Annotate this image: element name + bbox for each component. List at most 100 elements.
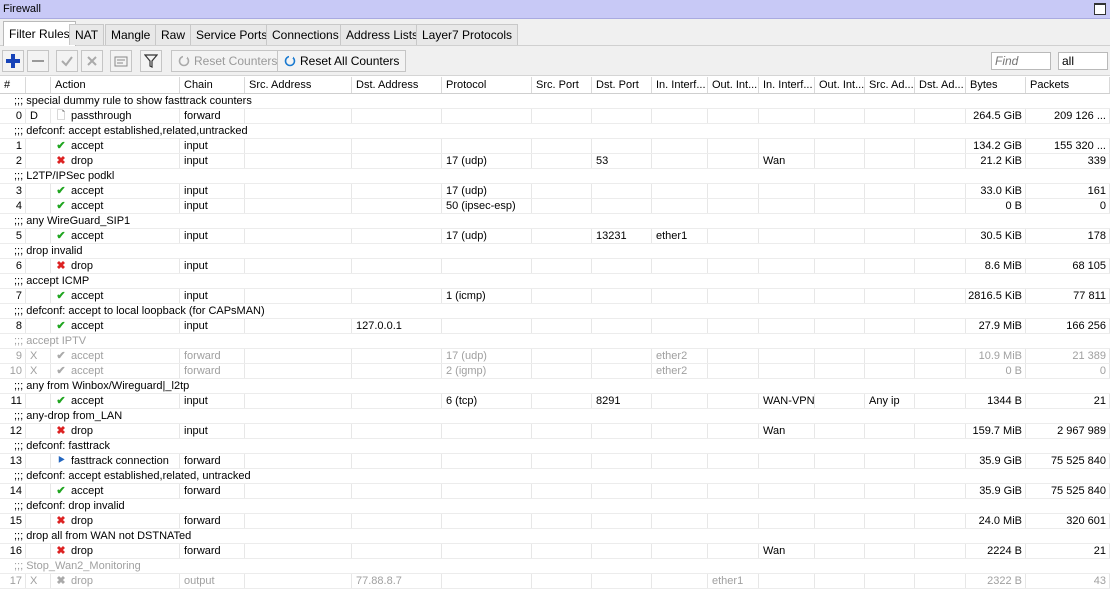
table-row[interactable]: 1 ✔ accept input 134.2 GiB 155 320 ... (0, 139, 1110, 154)
disable-button[interactable] (81, 50, 103, 72)
tab-mangle[interactable]: Mangle (105, 24, 157, 45)
col-chain[interactable]: Chain (180, 77, 245, 93)
comment-row[interactable]: ;;; defconf: accept to local loopback (f… (0, 304, 1110, 319)
add-button[interactable] (2, 50, 24, 72)
table-row[interactable]: 4 ✔ accept input 50 (ipsec-esp) 0 B0 (0, 199, 1110, 214)
col-protocol[interactable]: Protocol (442, 77, 532, 93)
comment-row[interactable]: ;;; L2TP/IPSec podkl (0, 169, 1110, 184)
table-row[interactable]: 3 ✔ accept input 17 (udp) 33.0 KiB 161 (0, 184, 1110, 199)
tab-filter-rules[interactable]: Filter Rules (3, 21, 76, 46)
comment-button[interactable] (110, 50, 132, 72)
reset-counters-label: Reset Counters (194, 54, 278, 68)
table-row[interactable]: 11 ✔ accept input 6 (tcp) 8291 WAN-VPN Any ip 13… (0, 394, 1110, 409)
table-row[interactable]: 2 ✖ drop input 17 (udp) 53 Wan 21.2 KiB 339 (0, 154, 1110, 169)
rule-action-label: fasttrack connection (71, 455, 169, 467)
comment-row[interactable]: ;;; any WireGuard_SIP1 (0, 214, 1110, 229)
rule-in-interface (652, 394, 708, 408)
col-in-interface-list[interactable]: In. Interf... (759, 77, 815, 93)
comment-row[interactable]: ;;; defconf: drop invalid (0, 499, 1110, 514)
maximize-icon[interactable] (1094, 3, 1106, 15)
table-row[interactable]: 14 ✔ accept forward 35.9 GiB 75 525 840 (0, 484, 1110, 499)
comment-row[interactable]: ;;; any from Winbox/Wireguard|_l2tp (0, 379, 1110, 394)
enable-button[interactable] (56, 50, 78, 72)
table-row[interactable]: 15 ✖ drop forward 24.0 MiB 320 601 (0, 514, 1110, 529)
filter-select[interactable] (1058, 52, 1108, 70)
tab-connections[interactable]: Connections (266, 24, 345, 45)
table-row[interactable]: 8 ✔ accept input 127.0.0.1 27.9 MiB 166 256 (0, 319, 1110, 334)
col-action[interactable]: Action (51, 77, 180, 93)
rule-protocol: 50 (ipsec-esp) (442, 199, 532, 213)
col-out-interface-list[interactable]: Out. Int... (815, 77, 865, 93)
rule-protocol (442, 514, 532, 528)
rule-dst-port: 8291 (592, 394, 652, 408)
rule-number: 9 (0, 349, 26, 363)
rule-src-port (532, 349, 592, 363)
rule-protocol (442, 484, 532, 498)
rule-protocol: 1 (icmp) (442, 289, 532, 303)
rule-flag (26, 229, 51, 243)
rule-packets: 0 (1026, 364, 1110, 378)
rule-out-interface (708, 544, 759, 558)
remove-button[interactable] (27, 50, 49, 72)
col-src-address-list[interactable]: Src. Ad... (865, 77, 915, 93)
table-row[interactable]: 5 ✔ accept input 17 (udp) 13231 ether1 30.5 KiB… (0, 229, 1110, 244)
rule-src-port (532, 514, 592, 528)
rule-flag (26, 514, 51, 528)
col-number[interactable]: # (0, 77, 26, 93)
col-src-port[interactable]: Src. Port (532, 77, 592, 93)
rule-src-address (245, 424, 352, 438)
rule-protocol: 17 (udp) (442, 349, 532, 363)
filter-button[interactable] (140, 50, 162, 72)
table-row[interactable]: 9 X ✔ accept forward 17 (udp) ether2 10.9 MiB 21… (0, 349, 1110, 364)
comment-row[interactable]: ;;; special dummy rule to show fasttrack… (0, 94, 1110, 109)
rule-dst-port (592, 139, 652, 153)
col-packets[interactable]: Packets (1026, 77, 1110, 93)
table-row[interactable]: 16 ✖ drop forward Wan 2224 B 21 (0, 544, 1110, 559)
table-row[interactable]: 17 X ✖ drop output 77.88.8.7 ether1 2322 B 43 (0, 574, 1110, 589)
table-row[interactable]: 0 D 🗋 passthrough forward 264.5 GiB 209 126 ..… (0, 109, 1110, 124)
comment-row[interactable]: ;;; Stop_Wan2_Monitoring (0, 559, 1110, 574)
table-row[interactable]: 13 ⯈ fasttrack connection forward 35.9 GiB 75… (0, 454, 1110, 469)
comment-row[interactable]: ;;; accept IPTV (0, 334, 1110, 349)
rule-number: 12 (0, 424, 26, 438)
rule-bytes: 2816.5 KiB (966, 289, 1026, 303)
comment-row[interactable]: ;;; defconf: fasttrack (0, 439, 1110, 454)
find-input[interactable] (991, 52, 1051, 70)
col-dst-port[interactable]: Dst. Port (592, 77, 652, 93)
comment-row[interactable]: ;;; defconf: accept established,related,… (0, 124, 1110, 139)
col-bytes[interactable]: Bytes (966, 77, 1026, 93)
table-row[interactable]: 6 ✖ drop input 8.6 MiB 68 105 (0, 259, 1110, 274)
comment-row[interactable]: ;;; drop all from WAN not DSTNATed (0, 529, 1110, 544)
table-row[interactable]: 7 ✔ accept input 1 (icmp) 2816.5 KiB 77 811 (0, 289, 1110, 304)
rule-chain: forward (180, 364, 245, 378)
comment-row[interactable]: ;;; drop invalid (0, 244, 1110, 259)
rule-packets: 75 525 840 (1026, 484, 1110, 498)
rule-dst-address (352, 289, 442, 303)
rule-dst-port (592, 574, 652, 588)
table-row[interactable]: 12 ✖ drop input Wan 159.7 MiB 2 967 989 (0, 424, 1110, 439)
table-row[interactable]: 10 X ✔ accept forward 2 (igmp) ether2 0 B0 (0, 364, 1110, 379)
rule-src-address (245, 139, 352, 153)
rule-dst-port (592, 544, 652, 558)
comment-row[interactable]: ;;; accept ICMP (0, 274, 1110, 289)
tab-address-lists[interactable]: Address Lists (340, 24, 425, 45)
reset-counters-button[interactable]: Reset Counters (171, 50, 285, 72)
tab-layer7-protocols[interactable]: Layer7 Protocols (416, 24, 519, 45)
col-dst-address[interactable]: Dst. Address (352, 77, 442, 93)
tab-raw[interactable]: Raw (155, 24, 192, 45)
rule-action: ✔ accept (51, 484, 180, 498)
reset-all-counters-button[interactable]: Reset All Counters (277, 50, 407, 72)
rule-protocol (442, 109, 532, 123)
col-out-interface[interactable]: Out. Int... (708, 77, 759, 93)
comment-row[interactable]: ;;; defconf: accept established,related,… (0, 469, 1110, 484)
comment-row[interactable]: ;;; any-drop from_LAN (0, 409, 1110, 424)
rule-bytes: 0 B (966, 364, 1026, 378)
col-flags[interactable] (26, 77, 51, 93)
col-in-interface[interactable]: In. Interf... (652, 77, 708, 93)
rule-action: ✖ drop (51, 544, 180, 558)
rule-comment: ;;; defconf: fasttrack (14, 440, 110, 452)
tab-service-ports[interactable]: Service Ports (190, 24, 274, 45)
col-dst-address-list[interactable]: Dst. Ad... (915, 77, 966, 93)
col-src-address[interactable]: Src. Address (245, 77, 352, 93)
tab-nat[interactable]: NAT (69, 24, 105, 45)
